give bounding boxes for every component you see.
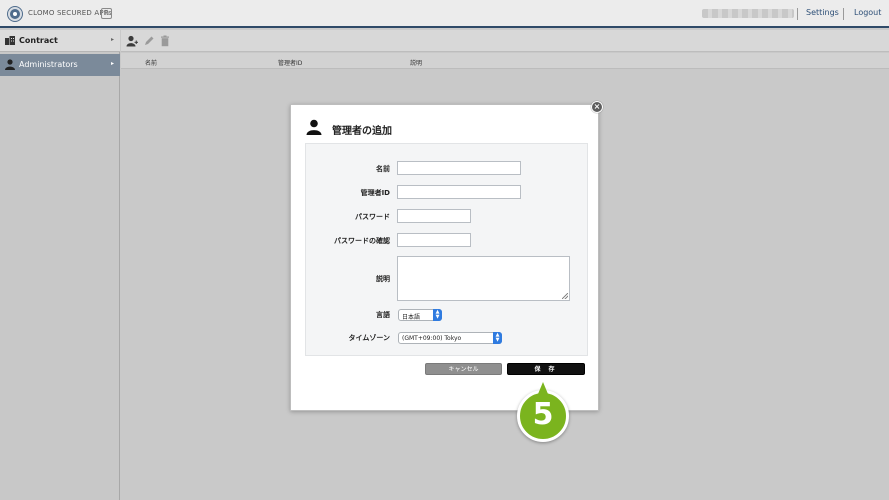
chevron-right-icon: ▸ xyxy=(110,60,114,67)
name-input[interactable] xyxy=(397,161,521,175)
app-switch-icon[interactable]: ⇅ xyxy=(101,8,112,19)
password-label: パスワード xyxy=(355,213,390,221)
step-pointer-fill xyxy=(538,382,548,394)
sidebar: Contract ▸ Administrators ▸ xyxy=(0,30,120,500)
admin-id-label: 管理者ID xyxy=(360,189,390,197)
divider xyxy=(797,8,798,20)
toolbar xyxy=(121,30,889,52)
logout-link[interactable]: Logout xyxy=(854,8,881,17)
divider xyxy=(843,8,844,20)
person-icon xyxy=(306,119,322,135)
column-header-description[interactable]: 説明 xyxy=(410,58,422,67)
timezone-select[interactable]: (GMT+09:00) Tokyo ▲ ▼ xyxy=(398,332,502,344)
close-icon[interactable]: × xyxy=(591,101,603,113)
person-icon xyxy=(5,59,15,70)
app-title: CLOMO SECURED APPs xyxy=(28,9,112,17)
chevron-right-icon: ▸ xyxy=(110,36,114,43)
app-logo-icon xyxy=(8,7,22,21)
language-select[interactable]: 日本語 ▲ ▼ xyxy=(398,309,442,321)
edit-pencil-icon[interactable] xyxy=(143,35,155,47)
settings-link[interactable]: Settings xyxy=(806,8,839,17)
password-confirm-input[interactable] xyxy=(397,233,471,247)
table-header: 名前 管理者ID 説明 xyxy=(121,53,889,69)
cancel-button[interactable]: キャンセル xyxy=(425,363,502,375)
add-administrator-dialog: × 管理者の追加 名前 管理者ID パスワード パスワードの確認 説明 言語 日… xyxy=(290,101,603,411)
dialog-title: 管理者の追加 xyxy=(332,126,392,137)
sidebar-item-label: Contract xyxy=(19,36,58,45)
add-person-icon[interactable] xyxy=(126,35,138,47)
language-label: 言語 xyxy=(376,311,390,319)
timezone-label: タイムゾーン xyxy=(348,334,390,342)
user-account-name[interactable] xyxy=(702,9,794,18)
name-label: 名前 xyxy=(376,165,390,173)
building-icon xyxy=(5,36,15,45)
password-input[interactable] xyxy=(397,209,471,223)
top-bar: CLOMO SECURED APPs ⇅ Settings Logout xyxy=(0,0,889,28)
column-header-name[interactable]: 名前 xyxy=(145,58,157,67)
sidebar-item-administrators[interactable]: Administrators ▸ xyxy=(0,54,120,76)
resize-handle-icon[interactable] xyxy=(562,293,568,299)
select-arrows-icon: ▲ ▼ xyxy=(493,332,502,344)
sidebar-item-label: Administrators xyxy=(19,60,78,69)
form-panel: 名前 管理者ID パスワード パスワードの確認 説明 言語 日本語 ▲ ▼ タイム… xyxy=(305,143,588,356)
description-label: 説明 xyxy=(376,275,390,283)
step-number-badge: 5 xyxy=(517,390,569,442)
password-confirm-label: パスワードの確認 xyxy=(334,237,390,245)
trash-icon[interactable] xyxy=(159,35,171,47)
admin-id-input[interactable] xyxy=(397,185,521,199)
column-header-admin-id[interactable]: 管理者ID xyxy=(278,58,302,67)
timezone-selected-value: (GMT+09:00) Tokyo xyxy=(402,335,462,342)
save-button[interactable]: 保 存 xyxy=(507,363,585,375)
sidebar-item-contract[interactable]: Contract ▸ xyxy=(0,30,120,52)
language-selected-value: 日本語 xyxy=(402,314,421,321)
description-textarea[interactable] xyxy=(397,256,570,301)
select-arrows-icon: ▲ ▼ xyxy=(433,309,442,321)
